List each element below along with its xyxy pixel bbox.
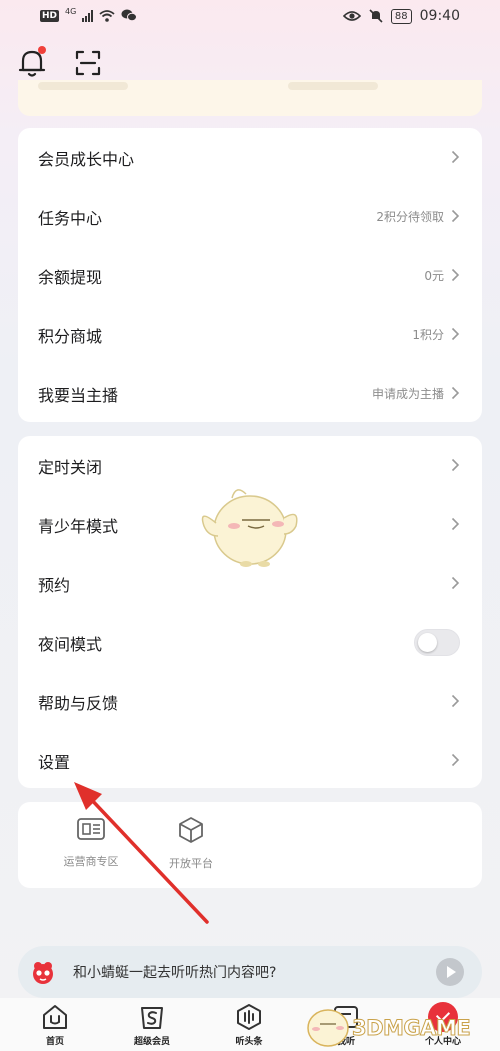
menu-item-task-center[interactable]: 任务中心 2积分待领取 [18, 187, 482, 246]
status-right: 88 09:40 [342, 8, 460, 24]
menu-item-label: 青少年模式 [38, 516, 119, 536]
site-watermark: 3DMGAME [300, 1000, 500, 1051]
chevron-right-icon [451, 327, 460, 341]
toggle-knob [418, 633, 437, 652]
menu-item-label: 预约 [38, 575, 71, 595]
chevron-right-icon [451, 268, 460, 282]
menu-item-label: 定时关闭 [38, 457, 103, 477]
vip-icon [141, 1007, 163, 1029]
status-bar: HD 4G 88 09:40 [0, 0, 500, 36]
chevron-right-icon [451, 694, 460, 708]
quick-link-carrier-zone[interactable]: 运营商专区 [51, 816, 131, 869]
wechat-icon [121, 9, 138, 22]
menu-item-label: 帮助与反馈 [38, 693, 119, 713]
home-icon [43, 1005, 67, 1029]
sim-card-icon [77, 818, 105, 840]
menu-item-label: 夜间模式 [38, 634, 103, 654]
promo-text: 和小蜻蜓一起去听听热门内容吧? [73, 965, 277, 981]
chevron-right-icon [451, 517, 460, 531]
eye-icon [342, 11, 361, 21]
menu-item-member-growth[interactable]: 会员成长中心 [18, 128, 482, 187]
quick-link-open-platform[interactable]: 开放平台 [151, 816, 231, 871]
menu-item-become-host[interactable]: 我要当主播 申请成为主播 [18, 364, 482, 423]
menu-item-withdraw[interactable]: 余额提现 0元 [18, 246, 482, 305]
chevron-right-icon [451, 150, 460, 164]
clock: 09:40 [419, 8, 460, 24]
chevron-right-icon [451, 386, 460, 400]
promo-banner[interactable]: 和小蜻蜓一起去听听热门内容吧? [18, 946, 482, 998]
menu-item-label: 会员成长中心 [38, 149, 135, 169]
menu-item-value: 0元 [424, 269, 444, 283]
menu-item-help-feedback[interactable]: 帮助与反馈 [18, 672, 482, 731]
tab-label: 超级会员 [133, 1037, 170, 1047]
status-left: HD 4G [40, 7, 138, 22]
mute-bell-icon [369, 9, 383, 23]
tab-label: 首页 [45, 1037, 64, 1047]
tab-super-vip[interactable]: 超级会员 [112, 1002, 192, 1047]
menu-item-label: 余额提现 [38, 267, 103, 287]
menu-item-points-mall[interactable]: 积分商城 1积分 [18, 305, 482, 364]
menu-item-value: 申请成为主播 [371, 387, 444, 401]
wifi-icon [99, 9, 115, 22]
headline-icon [237, 1004, 261, 1030]
tab-home[interactable]: 首页 [15, 1002, 95, 1047]
watermark-text: 3DMGAME [351, 1016, 471, 1041]
notification-dot [38, 46, 46, 54]
battery-indicator: 88 [390, 8, 412, 24]
quick-link-label: 运营商专区 [63, 855, 119, 868]
chevron-right-icon [451, 209, 460, 223]
menu-item-label: 设置 [38, 752, 71, 772]
signal-icon [82, 9, 94, 22]
tab-label: 听头条 [235, 1037, 263, 1047]
quick-links-card: 运营商专区 开放平台 [18, 802, 482, 888]
network-type: 4G [65, 7, 77, 16]
chevron-right-icon [451, 576, 460, 590]
menu-item-value: 1积分 [412, 328, 444, 342]
menu-item-label: 积分商城 [38, 326, 103, 346]
account-menu-card: 会员成长中心 任务中心 2积分待领取 余额提现 0元 积分商城 1积分 我要当主… [18, 128, 482, 422]
hd-indicator: HD [40, 9, 60, 22]
chevron-right-icon [451, 458, 460, 472]
menu-item-settings[interactable]: 设置 [18, 731, 482, 790]
scan-icon[interactable] [75, 50, 101, 76]
play-icon[interactable] [436, 958, 464, 986]
membership-banner[interactable] [18, 80, 482, 116]
dragonfly-logo-icon [33, 962, 53, 984]
cube-icon [179, 817, 203, 843]
menu-item-night-mode: 夜间模式 [18, 613, 482, 672]
watermark-mascot-icon [307, 1009, 349, 1047]
tab-headlines[interactable]: 听头条 [209, 1002, 289, 1047]
menu-item-value: 2积分待领取 [376, 210, 444, 224]
menu-item-label: 我要当主播 [38, 385, 119, 405]
mascot-watermark-icon [201, 489, 298, 567]
night-mode-toggle[interactable] [414, 629, 460, 656]
chevron-right-icon [451, 753, 460, 767]
menu-item-label: 任务中心 [38, 208, 103, 228]
quick-link-label: 开放平台 [169, 857, 213, 870]
